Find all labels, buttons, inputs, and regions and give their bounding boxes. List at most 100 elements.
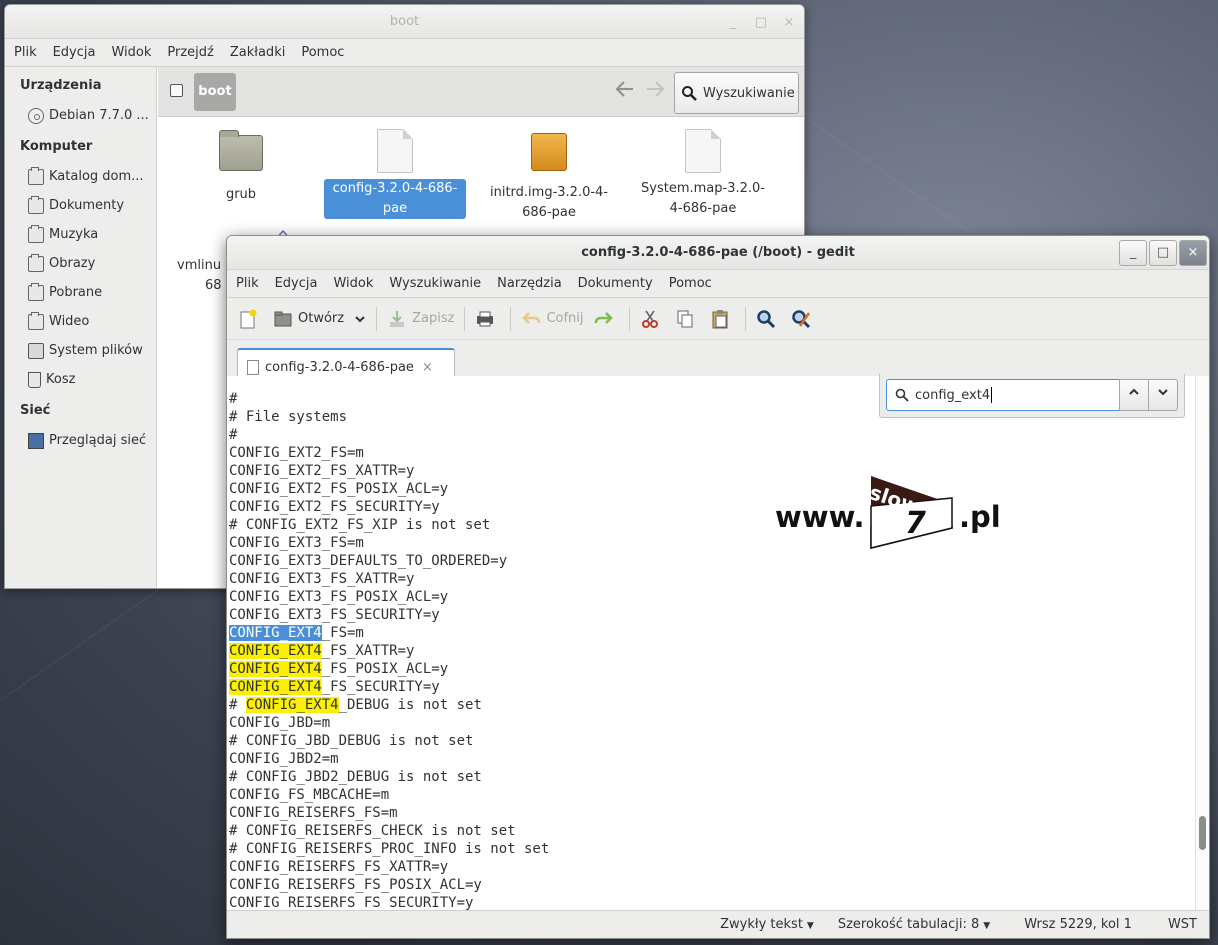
code-text: CONFIG_EXT3_FS_SECURITY=y [229, 607, 440, 623]
sidebar-heading-computer: Komputer [20, 139, 93, 154]
cut-button[interactable] [635, 303, 670, 335]
sidebar-item-label: Dokumenty [49, 198, 125, 213]
sidebar-item-downloads[interactable]: Pobrane [5, 282, 156, 311]
code-line: CONFIG_EXT3_FS_XATTR=y [229, 570, 549, 588]
close-button[interactable]: × [780, 15, 798, 30]
find-previous-button[interactable] [1119, 379, 1149, 411]
menu-widok[interactable]: Widok [333, 276, 373, 291]
code-text: # [229, 391, 238, 407]
menu-dokumenty[interactable]: Dokumenty [578, 276, 653, 291]
sidebar-item-documents[interactable]: Dokumenty [5, 195, 156, 224]
code-text: CONFIG_REISERFS_FS_POSIX_ACL=y [229, 877, 482, 893]
menu-pomoc[interactable]: Pomoc [669, 276, 712, 291]
file-item-system-map[interactable]: System.map-3.2.0- 4-686-pae [632, 129, 774, 219]
code-line: CONFIG_EXT4_FS=m [229, 624, 549, 642]
code-text: CONFIG_EXT3_FS_POSIX_ACL=y [229, 589, 449, 605]
toolbar-separator [376, 306, 378, 331]
menu-edycja[interactable]: Edycja [53, 45, 96, 60]
close-button[interactable]: × [1179, 240, 1207, 266]
code-line: CONFIG_FS_MBCACHE=m [229, 786, 549, 804]
save-button[interactable]: Zapisz [382, 303, 459, 335]
files-titlebar[interactable]: boot _ □ × [5, 5, 804, 39]
find-next-button[interactable] [1148, 379, 1178, 411]
menu-edycja[interactable]: Edycja [275, 276, 318, 291]
maximize-button[interactable]: □ [752, 15, 770, 30]
search-match: CONFIG_EXT4 [229, 661, 322, 677]
code-line: CONFIG_REISERFS_FS_SECURITY=y [229, 894, 549, 910]
paste-icon [712, 309, 728, 328]
menu-zakladki[interactable]: Zakładki [230, 45, 285, 60]
sidebar-item-music[interactable]: Muzyka [5, 224, 156, 253]
sidebar-item-videos[interactable]: Wideo [5, 311, 156, 340]
minimize-button[interactable]: _ [1119, 240, 1147, 266]
print-button[interactable] [470, 303, 505, 335]
maximize-button[interactable]: □ [1149, 240, 1177, 266]
sidebar-item-pictures[interactable]: Obrazy [5, 253, 156, 282]
sidebar-item-debian-disc[interactable]: Debian 7.7.0 ... [5, 105, 156, 134]
sidebar-item-label: Debian 7.7.0 ... [49, 108, 149, 123]
sidebar-item-filesystem[interactable]: System plików [5, 340, 156, 369]
undo-button[interactable]: Cofnij [516, 303, 588, 335]
syntax-selector[interactable]: Zwykły tekst ▼ [708, 917, 814, 932]
file-name-line: vmlinu [177, 258, 222, 273]
back-arrow-icon[interactable] [614, 79, 636, 104]
menu-plik[interactable]: Plik [14, 45, 37, 60]
redo-button[interactable] [589, 303, 624, 335]
find-button[interactable] [751, 303, 786, 335]
folder-shape [219, 130, 263, 171]
code-text: CONFIG_EXT3_FS_XATTR=y [229, 571, 415, 587]
file-item-config[interactable]: config-3.2.0-4-686- pae [324, 129, 466, 219]
find-input[interactable]: config_ext4 [886, 379, 1120, 411]
minimize-button[interactable]: _ [724, 15, 742, 30]
menu-pomoc[interactable]: Pomoc [301, 45, 344, 60]
status-bar: Zwykły tekst ▼ Szerokość tabulacji: 8 ▼ Wr… [227, 910, 1209, 938]
search-label: Wyszukiwanie [703, 85, 795, 101]
code-text: # [229, 427, 238, 443]
code-text: # CONFIG_EXT2_FS_XIP is not set [229, 517, 491, 533]
chevron-down-icon[interactable] [354, 313, 366, 325]
search-button[interactable]: Wyszukiwanie [674, 72, 799, 114]
find-replace-button[interactable] [786, 303, 821, 335]
home-folder-icon [28, 167, 44, 185]
package-shape [531, 133, 567, 171]
sidebar-item-trash[interactable]: Kosz [5, 369, 156, 398]
paste-button[interactable] [705, 303, 740, 335]
menu-narzedzia[interactable]: Narzędzia [497, 276, 562, 291]
code-text: CONFIG_EXT3_FS=m [229, 535, 364, 551]
file-item-initrd[interactable]: initrd.img-3.2.0-4- 686-pae [478, 129, 620, 223]
location-toggle-icon[interactable] [170, 84, 183, 97]
vertical-scrollbar[interactable] [1195, 376, 1209, 910]
sidebar-item-home[interactable]: Katalog dom... [5, 166, 156, 195]
text-editor[interactable]: # # File systems # CONFIG_EXT2_FS=m CONFIG_E… [227, 376, 1195, 910]
scrollbar-thumb[interactable] [1199, 816, 1206, 850]
find-input-value: config_ext4 [915, 387, 991, 403]
sidebar-item-label: Katalog dom... [49, 169, 144, 184]
tab-close-icon[interactable]: × [422, 360, 433, 375]
menu-przejdz[interactable]: Przejdź [167, 45, 213, 60]
undo-icon [522, 311, 541, 324]
code-text: CONFIG_EXT3_DEFAULTS_TO_ORDERED=y [229, 553, 508, 569]
search-match: CONFIG_EXT4 [229, 679, 322, 695]
sidebar-item-browse-network[interactable]: Przeglądaj sieć [5, 430, 156, 459]
copy-button[interactable] [670, 303, 705, 335]
pictures-folder-icon [28, 254, 44, 272]
file-name-line: initrd.img-3.2.0-4- [489, 185, 608, 200]
code-text: _DEBUG is not set [338, 697, 482, 713]
open-button[interactable]: Otwórz [268, 303, 371, 335]
file-item-grub[interactable]: grub [170, 129, 312, 205]
gedit-titlebar[interactable]: config-3.2.0-4-686-pae (/boot) - gedit _… [227, 236, 1209, 270]
disc-icon [28, 108, 44, 124]
menu-widok[interactable]: Widok [111, 45, 151, 60]
forward-arrow-icon[interactable] [644, 79, 666, 104]
menu-wyszukiwanie[interactable]: Wyszukiwanie [389, 276, 481, 291]
new-document-button[interactable] [233, 303, 268, 335]
back-arrow-icon-svg [615, 81, 633, 97]
document-icon [247, 360, 259, 375]
code-line: CONFIG_EXT3_FS_SECURITY=y [229, 606, 549, 624]
code-text: CONFIG_JBD2=m [229, 751, 339, 767]
tab-width-selector[interactable]: Szerokość tabulacji: 8 ▼ [826, 917, 990, 932]
code-line: CONFIG_REISERFS_FS=m [229, 804, 549, 822]
menu-plik[interactable]: Plik [236, 276, 259, 291]
code-line: CONFIG_EXT2_FS_SECURITY=y [229, 498, 549, 516]
breadcrumb-boot[interactable]: boot [194, 73, 236, 111]
